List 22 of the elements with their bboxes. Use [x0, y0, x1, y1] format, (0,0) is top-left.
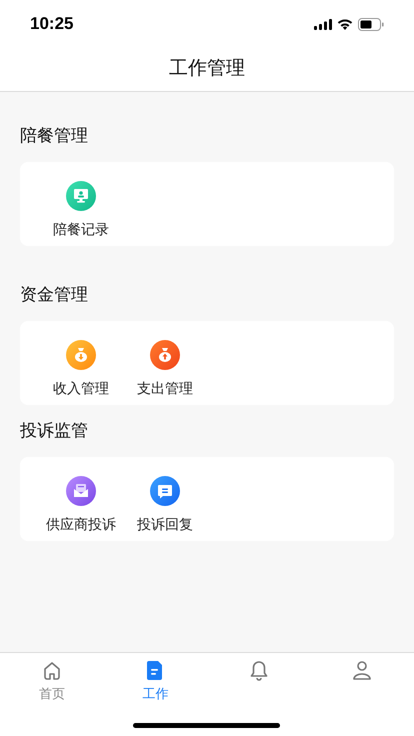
- status-time: 10:25: [30, 13, 74, 36]
- money-bag-icon: [66, 340, 96, 370]
- money-bag-icon: [150, 340, 180, 370]
- tab[interactable]: 首页: [0, 659, 104, 704]
- menu-item[interactable]: 收入管理: [39, 340, 123, 399]
- signal-icon: [314, 18, 332, 30]
- monitor-icon: [66, 181, 96, 211]
- envelope-icon: [66, 476, 96, 506]
- wifi-icon: [337, 18, 353, 30]
- section-title: 陪餐管理: [20, 125, 89, 147]
- tab[interactable]: 工作: [104, 659, 207, 704]
- menu-item[interactable]: 投诉回复: [123, 476, 207, 535]
- menu-item[interactable]: 陪餐记录: [39, 181, 123, 240]
- page-title: 工作管理: [169, 57, 245, 82]
- bell-icon: [248, 659, 270, 681]
- section-title: 资金管理: [20, 284, 89, 306]
- menu-item[interactable]: 支出管理: [123, 340, 207, 399]
- section-title: 投诉监管: [20, 420, 89, 442]
- chat-icon: [150, 476, 180, 506]
- person-icon: [351, 659, 374, 681]
- battery-icon: [358, 18, 384, 30]
- menu-item[interactable]: 供应商投诉: [39, 476, 123, 535]
